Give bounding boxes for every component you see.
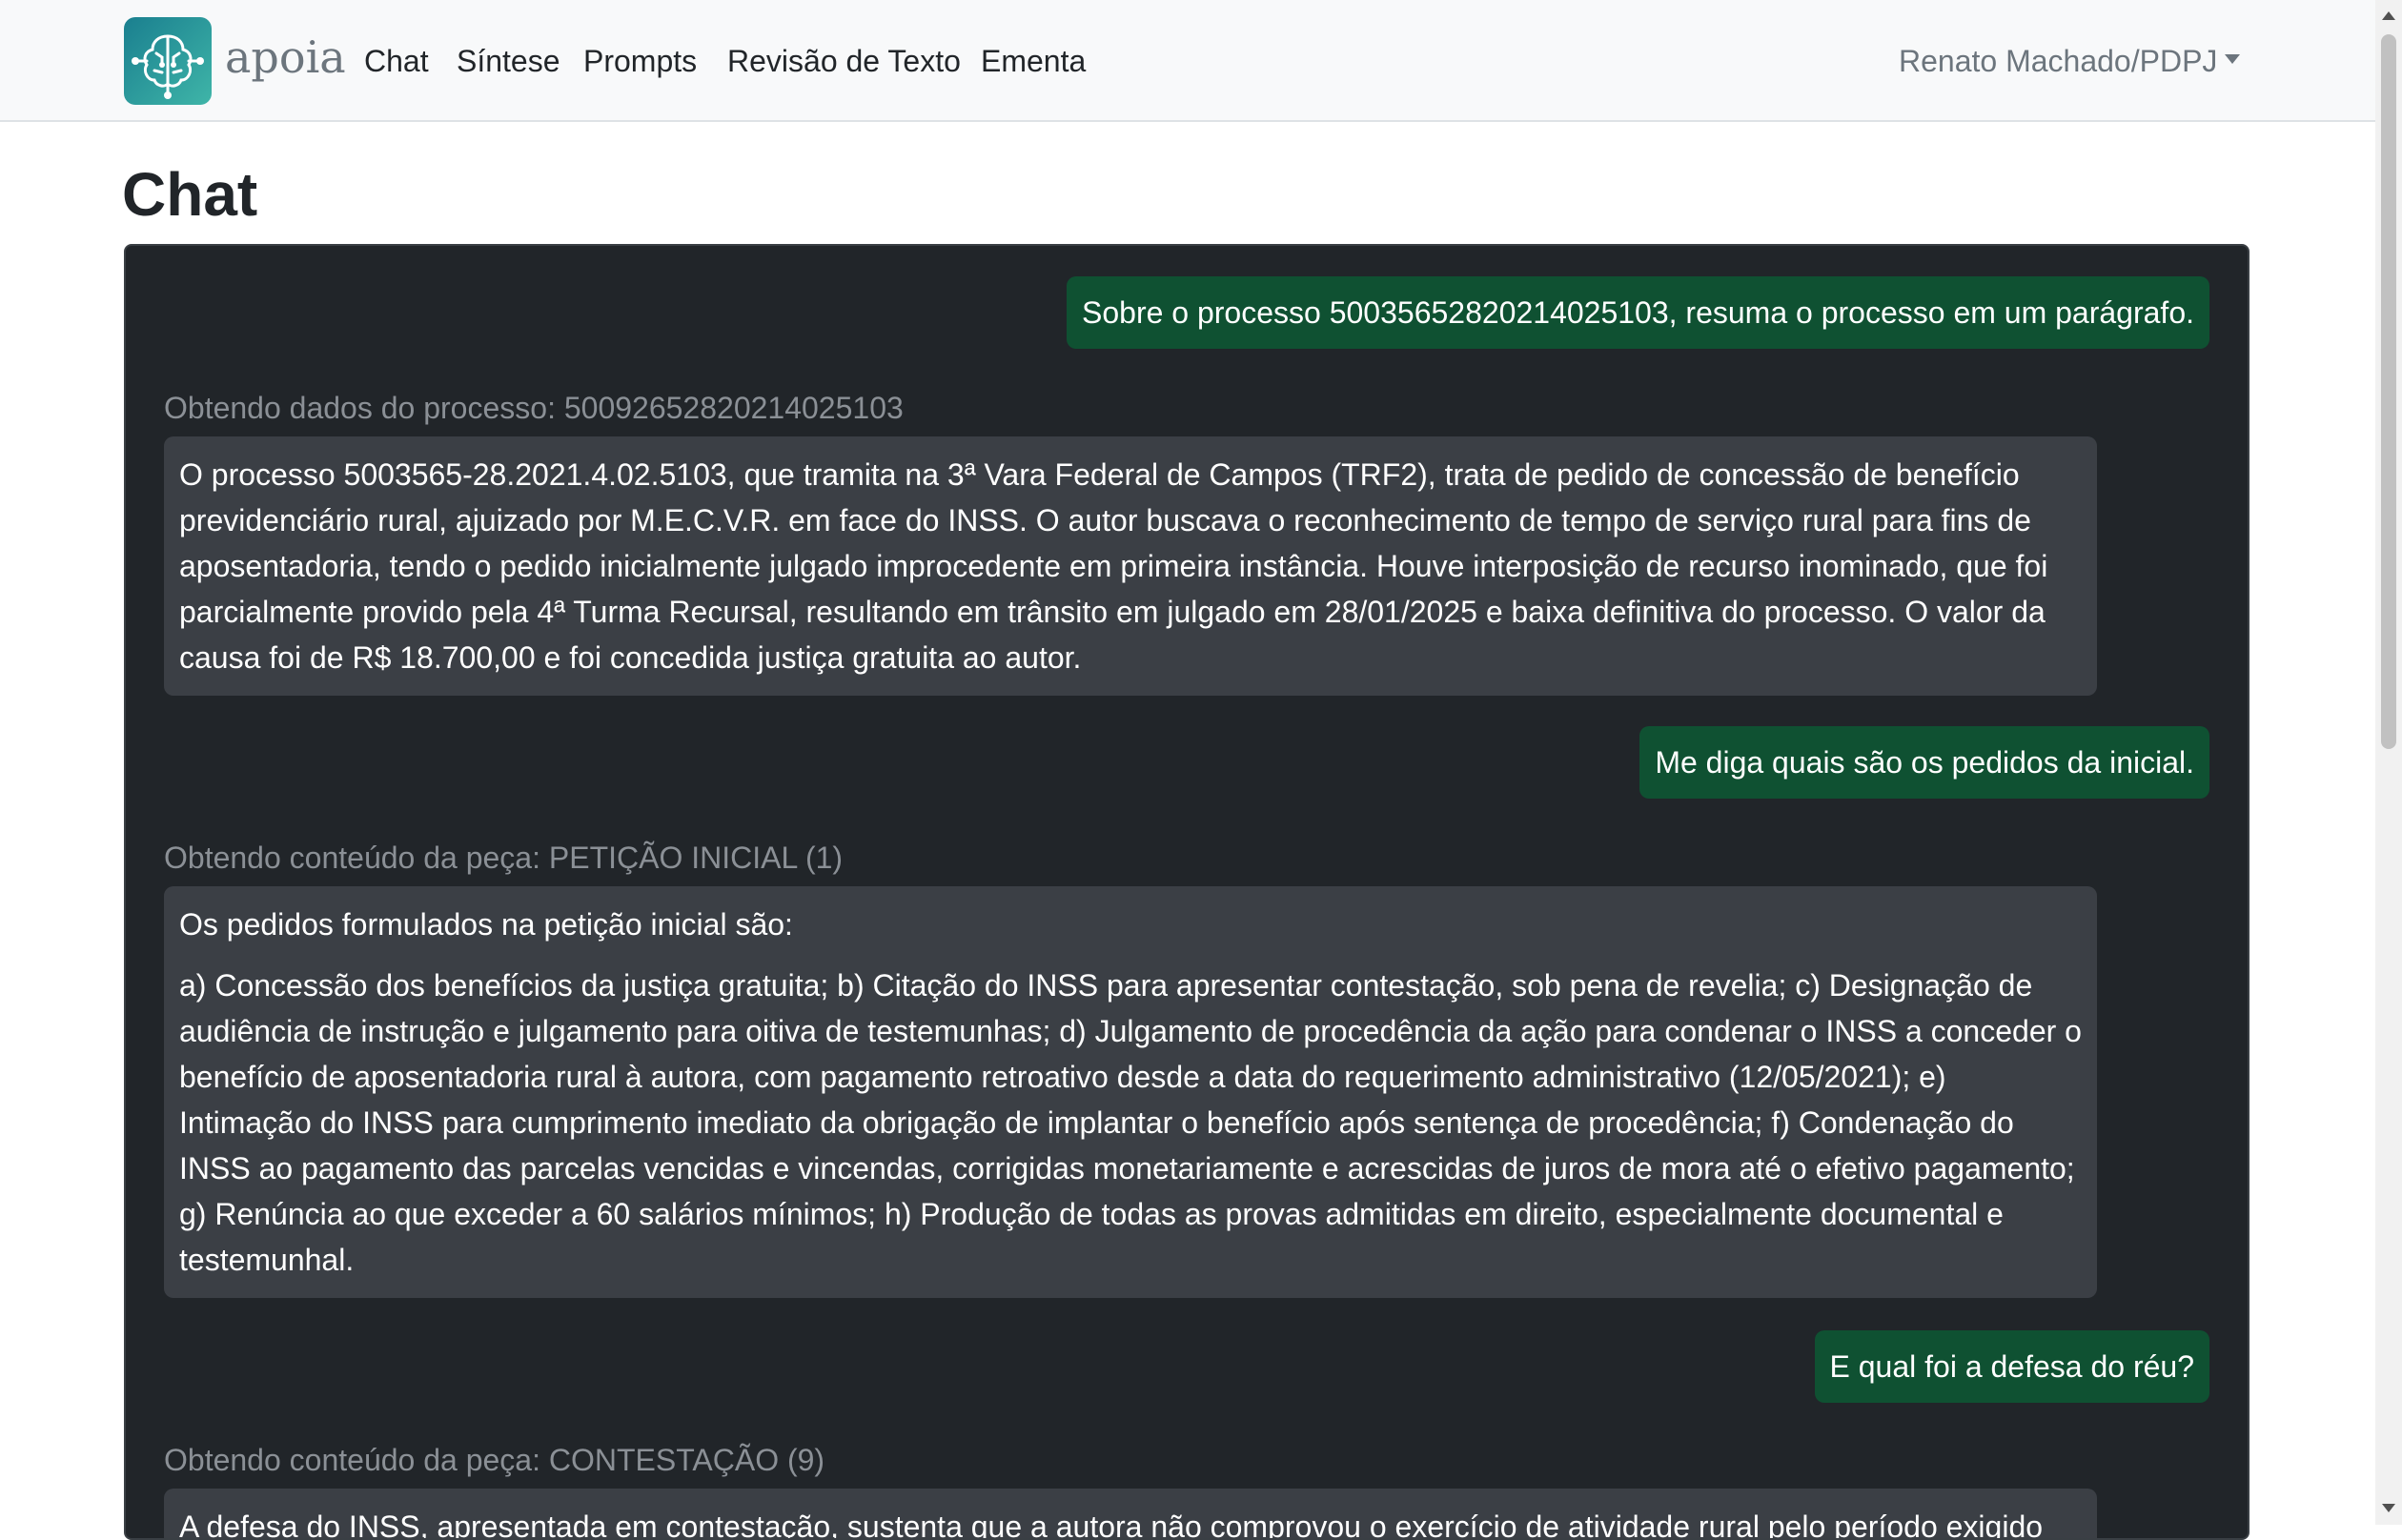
- assistant-message: O processo 5003565-28.2021.4.02.5103, qu…: [164, 436, 2097, 696]
- user-message: E qual foi a defesa do réu?: [1814, 1330, 2209, 1403]
- nav-link-ementa[interactable]: Ementa: [981, 40, 1086, 82]
- page-scrollbar[interactable]: [2375, 0, 2402, 1525]
- status-message: Obtendo conteúdo da peça: CONTESTAÇÃO (9…: [164, 1443, 825, 1477]
- brand-name[interactable]: apoia: [225, 29, 346, 86]
- scroll-up-arrow-icon[interactable]: [2382, 11, 2395, 20]
- assistant-paragraph: A defesa do INSS, apresentada em contest…: [179, 1510, 2044, 1540]
- nav-link-sintese[interactable]: Síntese: [457, 40, 560, 82]
- assistant-message: Os pedidos formulados na petição inicial…: [164, 886, 2097, 1298]
- user-name: Renato Machado/PDPJ: [1899, 44, 2218, 78]
- status-message: Obtendo conteúdo da peça: PETIÇÃO INICIA…: [164, 841, 844, 875]
- navbar: apoia Chat Síntese Prompts Revisão de Te…: [0, 0, 2375, 122]
- scroll-down-arrow-icon[interactable]: [2382, 1504, 2395, 1512]
- nav-link-chat[interactable]: Chat: [364, 40, 429, 82]
- user-message: Me diga quais são os pedidos da inicial.: [1639, 726, 2209, 799]
- brain-circuit-icon[interactable]: [124, 17, 212, 105]
- assistant-paragraph: Os pedidos formulados na petição inicial…: [179, 907, 793, 942]
- assistant-paragraph: O processo 5003565-28.2021.4.02.5103, qu…: [179, 457, 2048, 675]
- nav-link-revisao-de-texto[interactable]: Revisão de Texto: [727, 40, 961, 82]
- caret-down-icon: [2225, 54, 2241, 64]
- user-message: Sobre o processo 50035652820214025103, r…: [1067, 276, 2209, 349]
- user-menu[interactable]: Renato Machado/PDPJ: [1899, 40, 2241, 82]
- nav-link-prompts[interactable]: Prompts: [583, 40, 697, 82]
- page-title: Chat: [122, 160, 258, 229]
- scroll-thumb[interactable]: [2381, 34, 2396, 749]
- assistant-message: A defesa do INSS, apresentada em contest…: [164, 1489, 2097, 1540]
- assistant-paragraph: a) Concessão dos benefícios da justiça g…: [179, 968, 2082, 1277]
- status-message: Obtendo dados do processo: 5009265282021…: [164, 391, 904, 425]
- chat-panel: Sobre o processo 50035652820214025103, r…: [124, 244, 2249, 1540]
